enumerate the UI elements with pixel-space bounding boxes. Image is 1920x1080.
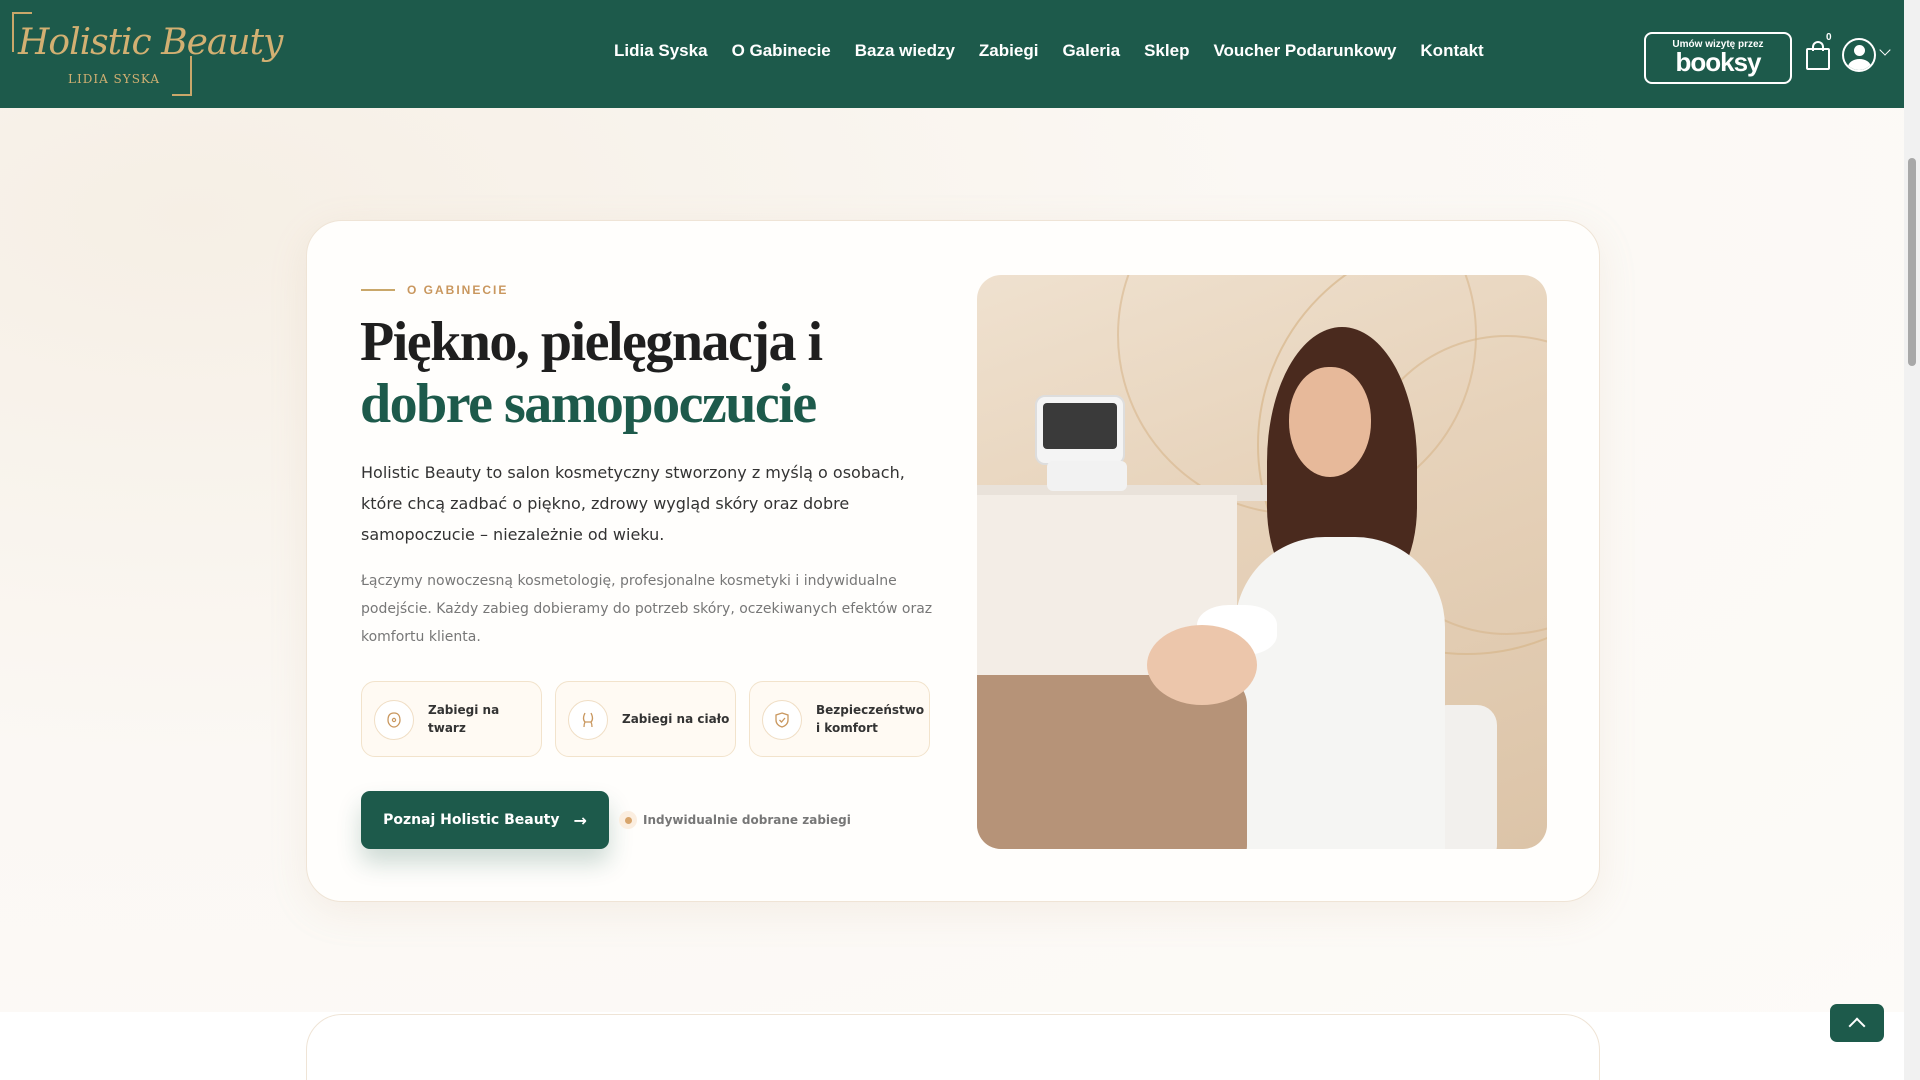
- logo-subtitle: LIDIA SYSKA: [68, 72, 161, 86]
- nav-lidia-syska[interactable]: Lidia Syska: [614, 41, 708, 61]
- arrow-right-icon: →: [573, 810, 587, 830]
- cosmetologist-photo: [977, 275, 1547, 849]
- section-title: Piękno, pielęgnacja i dobre samopoczucie: [360, 311, 960, 435]
- note-dot-icon: [619, 811, 637, 829]
- booksy-logo-label: booksy: [1675, 47, 1761, 77]
- learn-more-label: Poznaj Holistic Beauty: [383, 812, 560, 828]
- learn-more-button[interactable]: Poznaj Holistic Beauty →: [361, 791, 609, 849]
- note-label: Indywidualnie dobrane zabiegi: [643, 813, 851, 827]
- user-icon-body: [1848, 59, 1871, 70]
- page-scrollbar[interactable]: [1904, 0, 1920, 1080]
- next-card: [306, 1014, 1600, 1080]
- section-title-accent: dobre samopoczucie: [360, 373, 817, 435]
- booksy-button[interactable]: Umów wizytę przez booksy: [1644, 32, 1792, 84]
- page: Holistic Beauty LIDIA SYSKA Lidia Syska …: [0, 0, 1904, 1080]
- nav-kontakt[interactable]: Kontakt: [1420, 41, 1483, 61]
- nav-sklep[interactable]: Sklep: [1144, 41, 1189, 61]
- section-eyebrow: O GABINECIE: [361, 283, 508, 297]
- back-to-top-button[interactable]: [1830, 1004, 1884, 1042]
- eyebrow-line: [361, 289, 395, 291]
- cart-icon[interactable]: 0: [1804, 32, 1834, 72]
- nav-zabiegi[interactable]: Zabiegi: [979, 41, 1039, 61]
- face-icon: [374, 700, 414, 740]
- logo-script: Holistic Beauty: [18, 22, 283, 63]
- feature-card-safety: Bezpieczeństwo i komfort: [749, 681, 930, 757]
- chevron-down-icon[interactable]: [1879, 44, 1891, 56]
- chevron-up-icon: [1848, 1017, 1866, 1035]
- logo[interactable]: Holistic Beauty LIDIA SYSKA: [12, 12, 283, 96]
- main-nav: Lidia Syska O Gabinecie Baza wiedzy Zabi…: [614, 41, 1508, 61]
- nav-voucher[interactable]: Voucher Podarunkowy: [1213, 41, 1396, 61]
- body-icon: [568, 700, 608, 740]
- section-title-main: Piękno, pielęgnacja i: [360, 311, 823, 373]
- feature-label-face: Zabiegi na twarz: [428, 703, 500, 735]
- site-header: Holistic Beauty LIDIA SYSKA Lidia Syska …: [0, 0, 1904, 108]
- nav-galeria[interactable]: Galeria: [1062, 41, 1120, 61]
- about-card: O GABINECIE Piękno, pielęgnacja i dobre …: [306, 220, 1600, 902]
- section-paragraph: Łączymy nowoczesną kosmetologię, profesj…: [361, 573, 933, 645]
- user-icon-head: [1854, 45, 1865, 56]
- feature-card-face: Zabiegi na twarz: [361, 681, 542, 757]
- nav-baza-wiedzy[interactable]: Baza wiedzy: [855, 41, 955, 61]
- nav-o-gabinecie[interactable]: O Gabinecie: [732, 41, 831, 61]
- cart-count: 0: [1826, 32, 1832, 43]
- scrollbar-thumb[interactable]: [1908, 158, 1916, 366]
- eyebrow-label: O GABINECIE: [407, 283, 509, 297]
- cart-bag: [1806, 48, 1830, 70]
- feature-card-body: Zabiegi na ciało: [555, 681, 736, 757]
- section-lead: Holistic Beauty to salon kosmetyczny stw…: [361, 463, 905, 544]
- user-account-icon[interactable]: [1842, 38, 1876, 72]
- feature-label-body: Zabiegi na ciało: [622, 712, 730, 726]
- shield-icon: [762, 700, 802, 740]
- feature-label-safety: Bezpieczeństwo i komfort: [816, 703, 925, 735]
- individual-note: Indywidualnie dobrane zabiegi: [619, 811, 851, 829]
